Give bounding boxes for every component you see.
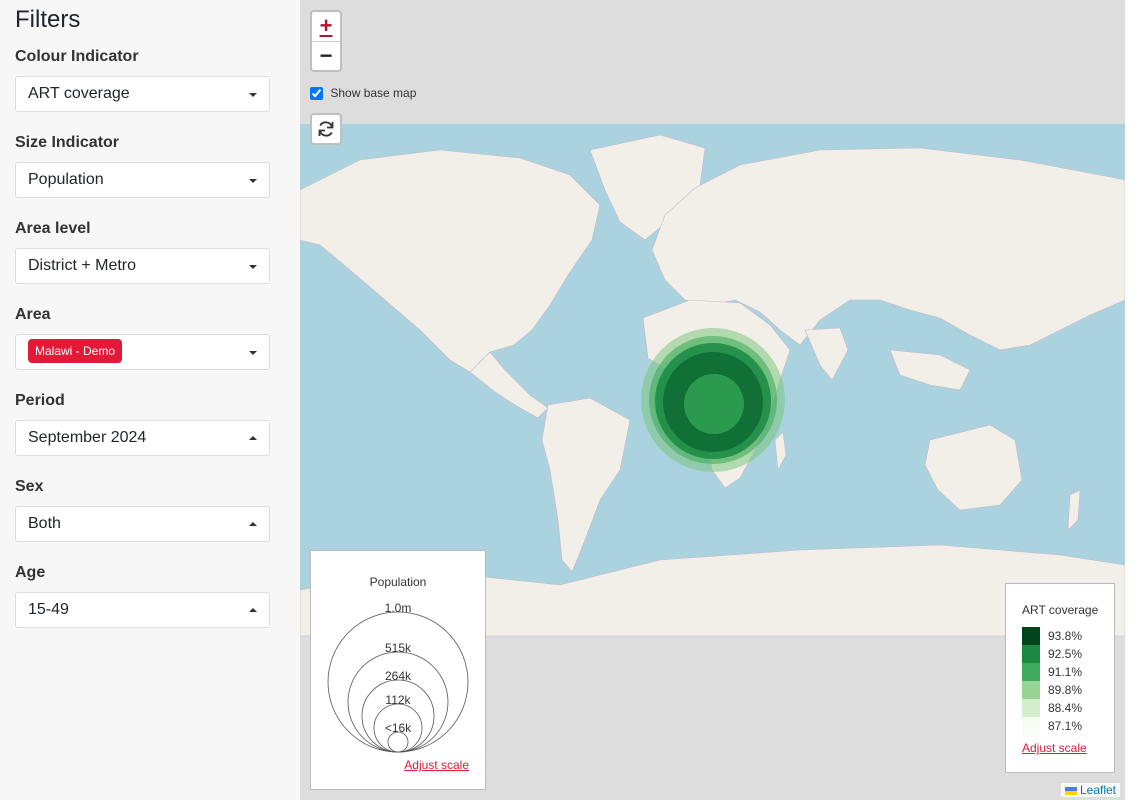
filter-area: Area Malawi - Demo [15, 304, 270, 370]
colour-swatch [1022, 663, 1040, 681]
colour-swatch [1022, 699, 1040, 717]
caret-down-icon [249, 179, 257, 183]
colour-legend-title: ART coverage [1022, 603, 1099, 617]
map-attribution: Leaflet [1060, 783, 1120, 797]
size-circle-16k [387, 731, 409, 753]
caret-up-icon [249, 608, 257, 612]
colour-label: 89.8% [1048, 683, 1083, 697]
select-value: 15-49 [28, 601, 69, 618]
select-value: Population [28, 171, 104, 188]
colour-indicator-select[interactable]: ART coverage [15, 76, 270, 112]
filter-age: Age 15-49 [15, 562, 270, 628]
colour-label: 91.1% [1048, 665, 1083, 679]
colour-swatch [1022, 627, 1040, 645]
colour-label: 87.1% [1048, 719, 1083, 733]
select-value: September 2024 [28, 429, 147, 446]
filter-label: Colour Indicator [15, 48, 139, 65]
filter-label: Size Indicator [15, 134, 120, 151]
filter-period: Period September 2024 [15, 390, 270, 456]
show-base-map-label: Show base map [330, 86, 417, 100]
colour-adjust-scale-link[interactable]: Adjust scale [1022, 741, 1087, 755]
ukraine-flag-icon [1064, 786, 1077, 795]
colour-legend: ART coverage 93.8% 92.5% 91.1% 89.8% 88.… [1005, 583, 1115, 773]
caret-down-icon [249, 351, 257, 355]
select-value: Both [28, 515, 61, 532]
size-label: 1.0m [384, 601, 412, 615]
filter-label: Period [15, 392, 65, 409]
size-circle-264k [361, 679, 435, 753]
sex-select[interactable]: Both [15, 506, 270, 542]
caret-up-icon [249, 522, 257, 526]
bubble-group[interactable] [641, 328, 785, 472]
leaflet-link[interactable]: Leaflet [1080, 783, 1116, 797]
area-select[interactable]: Malawi - Demo [15, 334, 270, 370]
filters-sidebar: Filters Colour Indicator ART coverage Si… [0, 0, 300, 800]
filter-sex: Sex Both [15, 476, 270, 542]
show-base-map-toggle[interactable]: Show base map [310, 86, 417, 101]
filter-label: Sex [15, 478, 44, 495]
sidebar-title: Filters [15, 6, 81, 33]
size-label: 112k [385, 693, 411, 707]
colour-label: 88.4% [1048, 701, 1083, 715]
refresh-icon [318, 121, 334, 137]
area-level-select[interactable]: District + Metro [15, 248, 270, 284]
colour-label: 93.8% [1048, 629, 1083, 643]
bubble-center[interactable] [684, 374, 744, 434]
size-adjust-scale-link[interactable]: Adjust scale [404, 758, 469, 772]
area-chip[interactable]: Malawi - Demo [28, 338, 123, 363]
colour-swatch [1022, 645, 1040, 663]
filter-label: Age [15, 564, 46, 581]
size-legend: Population 1.0m 515k 264k 112k <16k Adju… [310, 550, 486, 790]
caret-down-icon [249, 265, 257, 269]
select-value: District + Metro [28, 257, 137, 274]
filter-area-level: Area level District + Metro [15, 218, 270, 284]
size-label: 515k [384, 641, 412, 655]
show-base-map-checkbox[interactable] [310, 87, 323, 101]
caret-up-icon [249, 436, 257, 440]
colour-label: 92.5% [1048, 647, 1083, 661]
refresh-button[interactable] [310, 113, 342, 145]
zoom-in-button[interactable]: + [312, 12, 340, 42]
filter-colour-indicator: Colour Indicator ART coverage [15, 46, 270, 112]
size-label: <16k [384, 721, 412, 735]
period-select[interactable]: September 2024 [15, 420, 270, 456]
zoom-out-button[interactable]: − [312, 42, 340, 71]
map-panel[interactable]: + − Show base map Population 1.0m 515k 2… [300, 0, 1125, 800]
caret-down-icon [249, 93, 257, 97]
age-select[interactable]: 15-49 [15, 592, 270, 628]
colour-swatch [1022, 717, 1040, 735]
size-indicator-select[interactable]: Population [15, 162, 270, 198]
zoom-control: + − [310, 10, 342, 72]
filter-size-indicator: Size Indicator Population [15, 132, 270, 198]
filter-label: Area [15, 306, 51, 323]
colour-swatch [1022, 681, 1040, 699]
size-label: 264k [384, 669, 412, 683]
select-value: ART coverage [28, 85, 130, 102]
filter-label: Area level [15, 220, 91, 237]
